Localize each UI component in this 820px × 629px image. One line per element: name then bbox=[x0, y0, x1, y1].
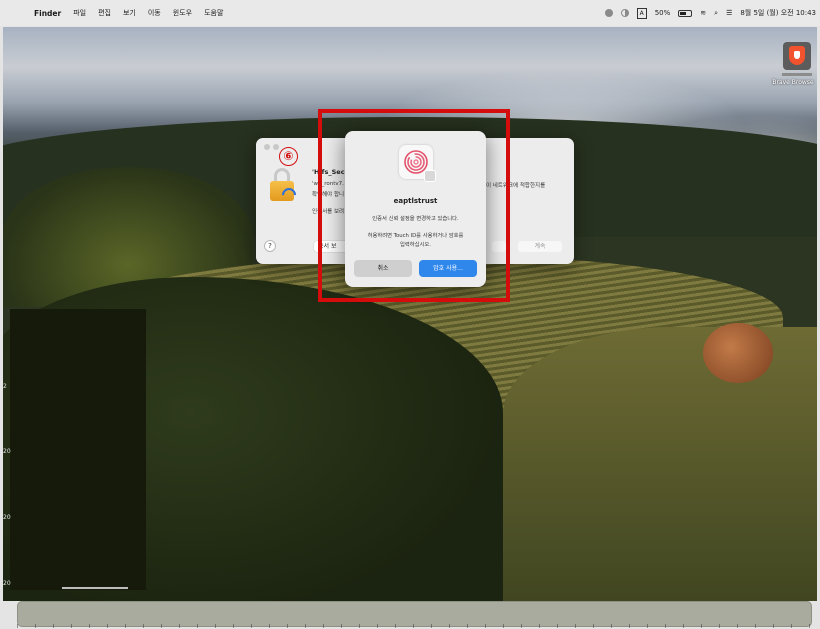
highlight-box bbox=[318, 109, 510, 302]
dock-edge bbox=[17, 624, 812, 628]
menu-help[interactable]: 도움말 bbox=[204, 8, 223, 18]
menu-bar: Finder 파일 편집 보기 이동 윈도우 도움말 A 50% ≋ ⌕ ☰ 8… bbox=[0, 0, 820, 26]
control-center-icon[interactable]: ☰ bbox=[726, 9, 732, 17]
edge-number: 20 bbox=[3, 580, 11, 587]
menubar-clock[interactable]: 8월 5일 (월) 오전 10:43 bbox=[740, 8, 816, 18]
help-button[interactable]: ? bbox=[264, 240, 276, 252]
night-shift-icon[interactable] bbox=[620, 9, 629, 17]
record-indicator-icon[interactable] bbox=[604, 9, 613, 17]
wallpaper-autumn-tree bbox=[703, 323, 773, 383]
battery-icon[interactable] bbox=[678, 9, 693, 17]
desktop-icon-brave[interactable]: Brave Browse bbox=[772, 42, 814, 88]
menu-file[interactable]: 파일 bbox=[73, 8, 86, 18]
wallpaper-right-field bbox=[503, 327, 817, 601]
battery-percent[interactable]: 50% bbox=[655, 9, 671, 17]
spotlight-search-icon[interactable]: ⌕ bbox=[714, 9, 718, 18]
menu-window[interactable]: 윈도우 bbox=[173, 8, 192, 18]
redacted-region bbox=[10, 309, 146, 590]
screenshot-frame: Finder 파일 편집 보기 이동 윈도우 도움말 A 50% ≋ ⌕ ☰ 8… bbox=[0, 0, 820, 629]
brave-lion-icon bbox=[783, 42, 811, 70]
menu-view[interactable]: 보기 bbox=[123, 8, 136, 18]
window-minimize-button[interactable] bbox=[273, 144, 279, 150]
menu-app-name[interactable]: Finder bbox=[34, 9, 61, 18]
input-method-icon[interactable]: A bbox=[636, 7, 647, 19]
menu-edit[interactable]: 편집 bbox=[98, 8, 111, 18]
edge-number: 20 bbox=[3, 514, 11, 521]
edge-number: 20 bbox=[3, 448, 11, 455]
menu-go[interactable]: 이동 bbox=[148, 8, 161, 18]
brave-icon-underline bbox=[782, 73, 812, 76]
redacted-scroll-line bbox=[62, 587, 128, 589]
desktop-icon-label: Brave Browse bbox=[772, 79, 814, 86]
edge-number: 2 bbox=[3, 383, 7, 390]
continue-button[interactable]: 계속 bbox=[518, 241, 562, 252]
window-close-button[interactable] bbox=[264, 144, 270, 150]
step-number-badge: ⑥ bbox=[279, 147, 298, 166]
wifi-icon[interactable]: ≋ bbox=[700, 9, 706, 17]
lock-wifi-icon bbox=[268, 168, 299, 205]
